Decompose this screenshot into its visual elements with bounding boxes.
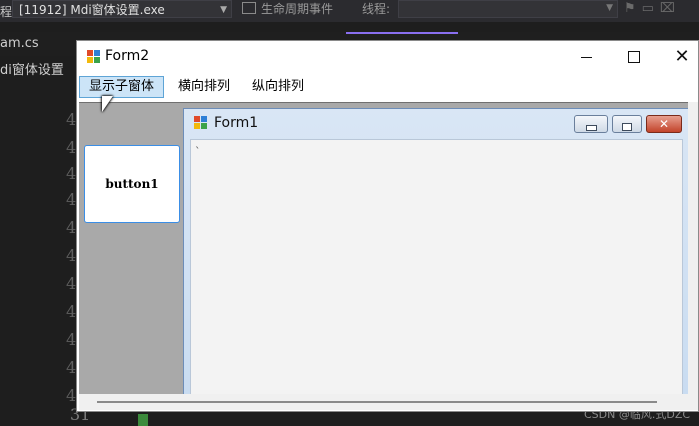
close-icon: ✕ [674, 46, 690, 67]
restore-icon [622, 123, 632, 131]
line-number-gutter: 4 4 4 4 4 4 4 4 4 4 4 [66, 90, 77, 420]
line-number: 4 [66, 218, 77, 237]
form1-titlebar[interactable]: Form1 ✕ [184, 109, 689, 137]
line-number: 4 [66, 110, 77, 129]
process-value: [11912] Mdi窗体设置.exe [19, 3, 165, 17]
form1-child-window: Form1 ✕ ` [183, 108, 690, 395]
change-indicator [138, 414, 148, 426]
menu-tile-horizontal[interactable]: 横向排列 [169, 76, 239, 98]
editor-tab[interactable]: am.cs [0, 32, 39, 56]
chevron-down-icon: ▼ [220, 5, 227, 15]
child-close-button[interactable]: ✕ [646, 115, 682, 133]
child-restore-button[interactable] [612, 115, 642, 133]
form2-titlebar[interactable]: Form2 ✕ [77, 41, 698, 73]
close-icon: ✕ [658, 117, 670, 131]
line-number: 4 [66, 386, 77, 405]
line-number: 4 [66, 302, 77, 321]
app-icon [87, 50, 101, 64]
close-button[interactable]: ✕ [659, 41, 699, 73]
menu-tile-vertical[interactable]: 纵向排列 [243, 76, 313, 98]
horizontal-scrollbar[interactable] [79, 394, 688, 410]
form1-client-area: ` [190, 139, 683, 395]
client-mark: ` [195, 145, 201, 158]
chevron-down-icon: ▼ [606, 3, 613, 13]
maximize-button[interactable] [611, 41, 657, 73]
ide-debug-toolbar: 程 [11912] Mdi窗体设置.exe ▼ 生命周期事件 线程: ▼ ⚑▭⌧ [0, 0, 699, 22]
maximize-icon [628, 51, 640, 63]
minimize-icon [580, 56, 592, 58]
mdi-client-area: button1 Form1 ✕ ` [79, 102, 690, 395]
lifecycle-icon [242, 2, 256, 14]
line-number: 4 [66, 246, 77, 265]
process-dropdown[interactable]: [11912] Mdi窗体设置.exe ▼ [12, 0, 232, 18]
scrollbar-thumb[interactable] [97, 401, 657, 403]
mouse-cursor-icon [102, 96, 113, 112]
line-number: 4 [66, 190, 77, 209]
child-minimize-button[interactable] [574, 115, 608, 133]
form2-right-edge [688, 102, 698, 410]
line-number: 4 [66, 138, 77, 157]
minimize-icon [585, 125, 597, 131]
line-number: 4 [66, 330, 77, 349]
thread-label: 线程: [362, 2, 391, 16]
line-number: 4 [66, 164, 77, 183]
thread-dropdown[interactable]: ▼ [398, 0, 618, 18]
process-label: 程 [0, 5, 13, 19]
lifecycle-label: 生命周期事件 [261, 2, 334, 16]
window-title: Form2 [105, 48, 150, 64]
toolbar-icons[interactable]: ⚑▭⌧ [624, 1, 681, 16]
child-window-title: Form1 [214, 115, 259, 131]
button1[interactable]: button1 [84, 145, 180, 223]
app-icon [194, 116, 208, 130]
line-number: 4 [66, 358, 77, 377]
form2-window: Form2 ✕ 显示子窗体 横向排列 纵向排列 button1 Form1 ✕ [76, 40, 699, 412]
minimize-button[interactable] [563, 41, 609, 73]
menu-show-child-form[interactable]: 显示子窗体 [79, 76, 165, 98]
lifecycle-events-button[interactable]: 生命周期事件 [242, 0, 333, 18]
line-number: 4 [66, 274, 77, 293]
ide-navigation-bar: di窗体设置 [0, 63, 64, 78]
menu-bar: 显示子窗体 横向排列 纵向排列 [77, 74, 698, 100]
